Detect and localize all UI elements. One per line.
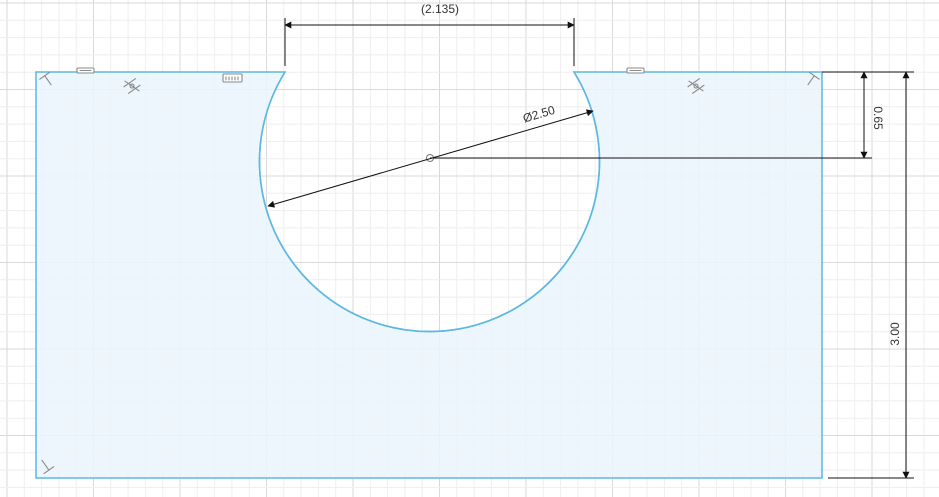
dimension-center-offset-label: 0.65 (871, 106, 885, 130)
horizontal-constraint-icon[interactable] (626, 67, 645, 74)
dimension-top-width-label: (2.135) (421, 2, 459, 16)
sketch-canvas[interactable]: (2.135) Ø2.50 0.65 3.00 (0, 0, 939, 497)
horizontal-constraint-icon[interactable] (76, 67, 95, 74)
dimension-total-height-label: 3.00 (888, 322, 902, 346)
fix-constraint-icon[interactable] (222, 73, 243, 83)
